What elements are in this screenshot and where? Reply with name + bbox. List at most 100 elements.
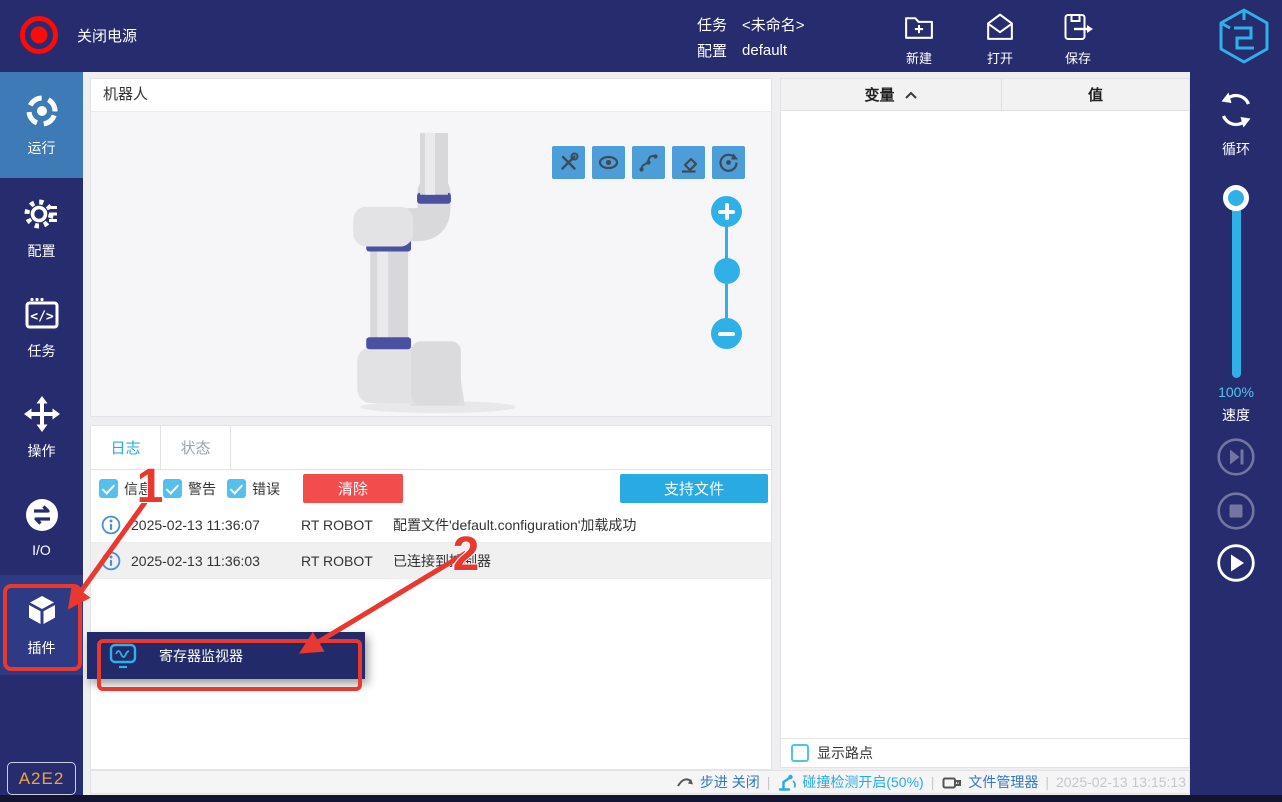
speed-slider-track[interactable] <box>1231 198 1241 378</box>
power-icon <box>20 16 58 54</box>
statusbar-separator <box>767 774 771 790</box>
task-value: <未命名> <box>742 16 805 34</box>
statusbar-separator <box>1045 774 1049 790</box>
config-label: 配置 <box>697 42 728 60</box>
column-variable[interactable]: 变量 <box>781 79 1002 110</box>
sidebar-item-label: 配置 <box>27 243 56 259</box>
open-label: 打开 <box>986 51 1013 66</box>
sidebar-item-plugin[interactable]: 插件 <box>0 575 83 675</box>
loop-button[interactable]: 循环 <box>1190 88 1282 159</box>
log-row[interactable]: 2025-02-13 11:36:07 RT ROBOT 配置文件'defaul… <box>91 507 771 543</box>
log-message: 配置文件'default.configuration'加载成功 <box>393 516 637 533</box>
open-icon <box>987 13 1013 40</box>
file-manager-button[interactable]: 文件管理器 <box>941 772 1038 792</box>
clear-button[interactable]: 清除 <box>303 474 403 503</box>
new-task-button[interactable]: 新建 <box>890 10 948 67</box>
show-waypoints-checkbox[interactable] <box>791 744 809 762</box>
checkbox-error[interactable] <box>227 479 246 498</box>
menu-item-register-monitor[interactable]: 寄存器监视器 <box>159 646 243 666</box>
left-sidebar: 运行 配置 </> 任务 操作 I/O 插件 A2E2 <box>0 72 83 802</box>
tools-button[interactable] <box>552 146 585 179</box>
sidebar-item-label: I/O <box>32 541 51 558</box>
collision-detection-status[interactable]: 碰撞检测开启(50%) <box>777 772 924 792</box>
sort-caret-up-icon <box>904 91 917 99</box>
path-button[interactable] <box>632 146 665 179</box>
io-arrows-icon <box>25 498 58 531</box>
right-sidebar: 循环 100% 速度 <box>1190 72 1282 802</box>
config-value: default <box>742 41 788 59</box>
register-monitor-icon <box>109 643 137 668</box>
loop-icon <box>1221 92 1251 128</box>
speed-value: 100% <box>1218 384 1254 400</box>
show-waypoints-label: 显示路点 <box>817 745 873 761</box>
checkbox-error-label: 错误 <box>252 480 280 497</box>
stop-button[interactable] <box>1216 491 1256 531</box>
checkbox-warning-label: 警告 <box>188 480 216 497</box>
run-icon <box>26 95 57 127</box>
step-mode-status[interactable]: 步进 关闭 <box>676 772 760 792</box>
eye-icon <box>598 155 619 170</box>
column-value[interactable]: 值 <box>1002 79 1189 110</box>
visibility-button[interactable] <box>592 146 625 179</box>
sidebar-item-label: 运行 <box>27 140 56 156</box>
variables-header: 变量 值 <box>781 79 1189 111</box>
play-icon <box>1217 544 1255 582</box>
sidebar-item-config[interactable]: 配置 <box>0 178 83 278</box>
new-label: 新建 <box>905 51 932 66</box>
log-source: RT ROBOT <box>301 516 373 533</box>
tab-log[interactable]: 日志 <box>91 426 161 469</box>
tools-icon <box>561 152 579 170</box>
task-label: 任务 <box>697 16 728 34</box>
brand-badge: A2E2 <box>7 762 76 795</box>
open-task-button[interactable]: 打开 <box>971 10 1029 67</box>
save-label: 保存 <box>1064 51 1091 66</box>
eraser-icon <box>682 157 698 173</box>
reset-view-button[interactable] <box>712 146 745 179</box>
checkbox-warning[interactable] <box>163 479 182 498</box>
sidebar-item-operate[interactable]: 操作 <box>0 378 83 478</box>
collision-detection-icon <box>779 774 797 791</box>
save-icon <box>1064 14 1093 40</box>
power-button[interactable]: 关闭电源 <box>20 16 137 54</box>
zoom-in-button[interactable] <box>711 196 742 227</box>
info-icon <box>101 551 121 570</box>
log-filter-bar: 信息 警告 错误 清除 支持文件 <box>91 470 771 507</box>
cube-icon <box>28 596 55 624</box>
log-time: 2025-02-13 11:36:03 <box>131 552 260 569</box>
tab-status[interactable]: 状态 <box>161 426 231 469</box>
checkbox-info[interactable] <box>99 479 118 498</box>
log-message: 已连接到控制器 <box>393 552 491 569</box>
step-icon <box>676 778 693 787</box>
sidebar-item-io[interactable]: I/O <box>0 478 83 575</box>
info-icon <box>101 515 121 534</box>
robot-3d-view[interactable] <box>91 112 771 416</box>
log-tabs: 日志 状态 <box>91 426 771 470</box>
statusbar: 步进 关闭 碰撞检测开启(50%) 文件管理器 <box>90 770 1190 794</box>
window-bottom-edge <box>0 795 1282 802</box>
robot-panel: 机器人 <box>90 78 772 417</box>
step-forward-icon <box>1217 438 1255 476</box>
play-button[interactable] <box>1216 543 1256 583</box>
sidebar-item-task[interactable]: </> 任务 <box>0 278 83 378</box>
zoom-slider-knob[interactable] <box>713 258 740 284</box>
show-waypoints-row: 显示路点 <box>781 738 1189 767</box>
sidebar-item-label: 任务 <box>27 343 56 359</box>
power-label: 关闭电源 <box>77 27 138 45</box>
checkbox-info-label: 信息 <box>124 480 152 497</box>
gear-icon <box>24 199 57 229</box>
log-row[interactable]: 2025-02-13 11:36:03 RT ROBOT 已连接到控制器 <box>91 543 771 579</box>
step-forward-button[interactable] <box>1216 437 1256 477</box>
log-source: RT ROBOT <box>301 552 373 569</box>
path-icon <box>639 154 658 172</box>
sidebar-item-run[interactable]: 运行 <box>0 72 83 178</box>
support-files-button[interactable]: 支持文件 <box>620 474 768 503</box>
eraser-button[interactable] <box>672 146 705 179</box>
reset-view-icon <box>719 153 738 172</box>
column-variable-label: 变量 <box>864 87 895 104</box>
save-task-button[interactable]: 保存 <box>1049 10 1107 67</box>
zoom-out-button[interactable] <box>711 318 742 349</box>
task-config-info: 任务 <未命名> 配置 default <box>697 11 805 63</box>
speed-slider-knob[interactable] <box>1223 185 1249 211</box>
loop-label: 循环 <box>1222 141 1250 157</box>
variables-panel: 变量 值 显示路点 <box>780 78 1190 768</box>
